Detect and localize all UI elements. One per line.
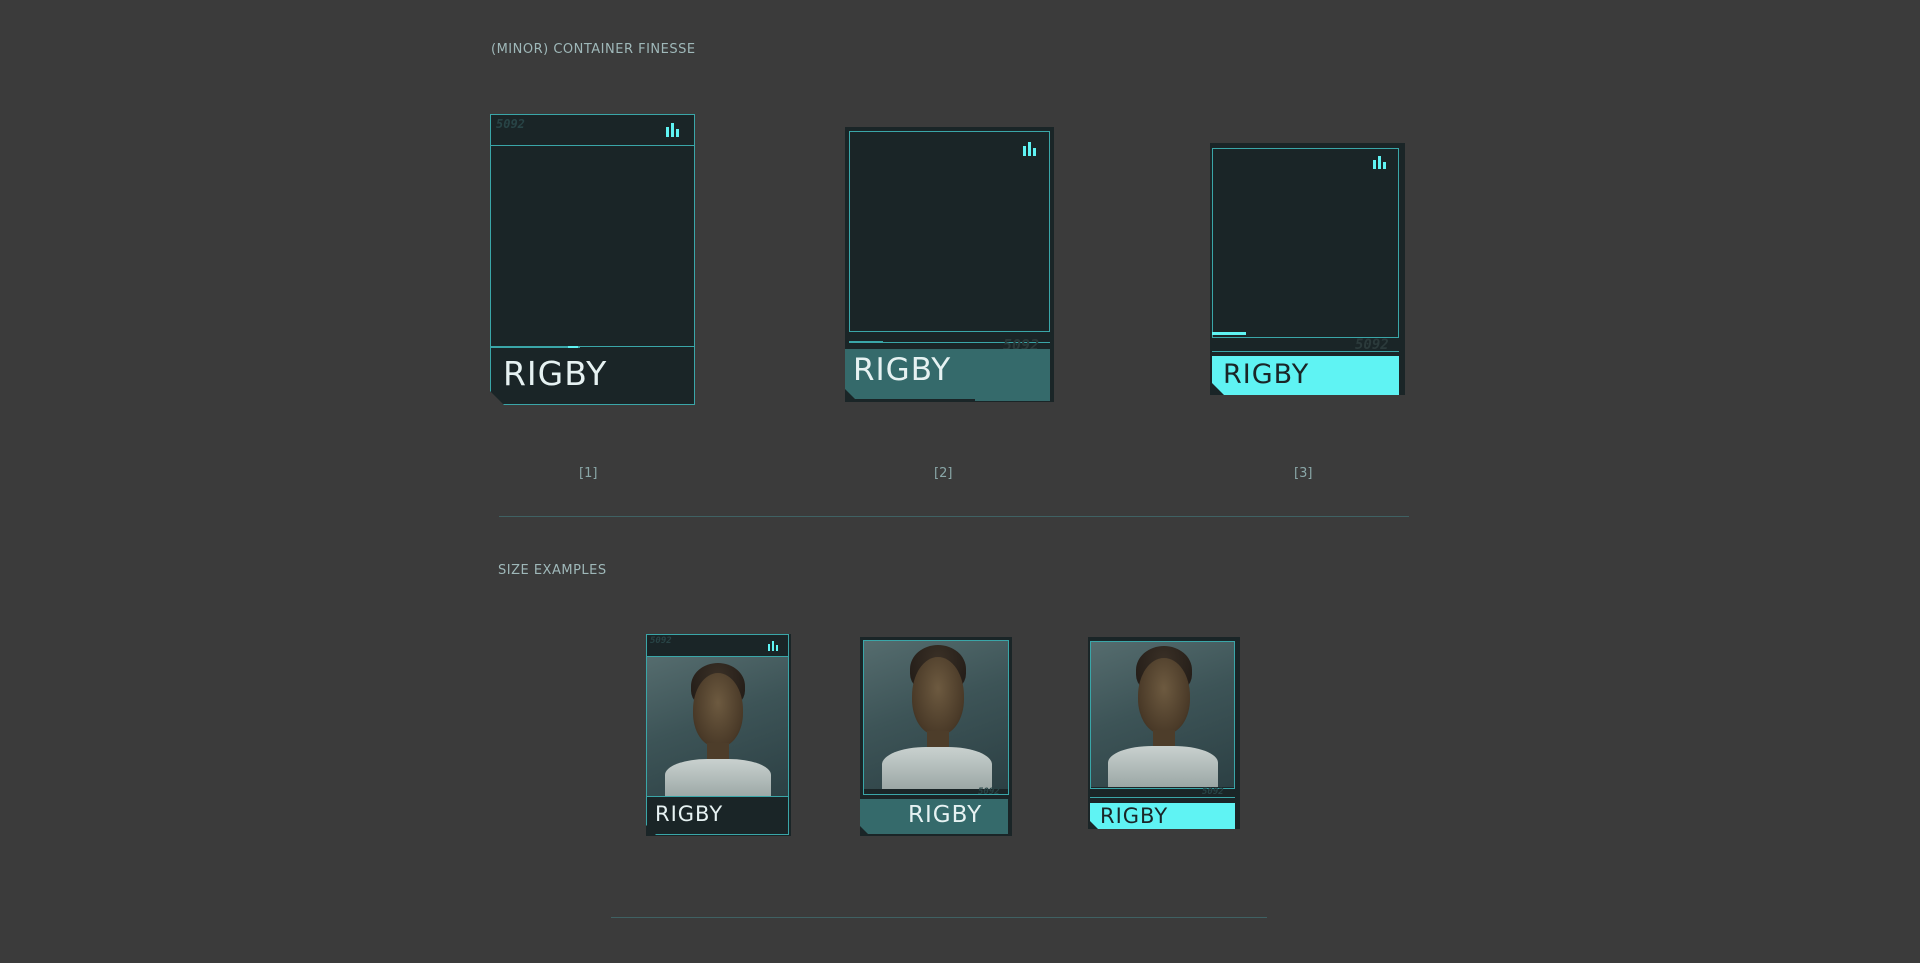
id-tag: 5092 — [978, 787, 1000, 797]
size-card-2[interactable]: 5092 RIGBY — [860, 637, 1012, 836]
bar-chart-icon[interactable] — [1373, 156, 1386, 169]
id-tag: 5092 — [496, 117, 525, 131]
portrait-image — [864, 641, 1008, 789]
portrait-image — [1091, 642, 1234, 787]
card-name: RIGBY — [853, 352, 952, 388]
card-name: RIGBY — [655, 802, 724, 826]
size-card-1[interactable]: 5092 RIGBY — [646, 634, 791, 836]
card-name: RIGBY — [503, 354, 608, 393]
bar-chart-icon[interactable] — [768, 641, 778, 651]
bar-chart-icon[interactable] — [1023, 142, 1036, 156]
container-card-3[interactable]: 5092 RIGBY — [1210, 143, 1405, 395]
bar-chart-icon[interactable] — [666, 123, 679, 137]
card-name: RIGBY — [908, 802, 983, 828]
id-tag: 5092 — [1355, 337, 1389, 353]
caption-2: [2] — [934, 466, 953, 481]
id-tag: 5092 — [1202, 787, 1224, 797]
card-name: RIGBY — [1223, 359, 1310, 390]
container-card-2[interactable]: 5092 RIGBY — [845, 127, 1054, 402]
card-name: RIGBY — [1100, 804, 1169, 828]
caption-1: [1] — [579, 466, 598, 481]
finesse-section-title: (MINOR) CONTAINER FINESSE — [491, 42, 696, 57]
size-card-3[interactable]: 5092 RIGBY — [1088, 637, 1240, 829]
section-divider — [611, 917, 1267, 918]
section-divider — [499, 516, 1409, 517]
container-card-1[interactable]: 5092 RIGBY — [490, 114, 695, 405]
size-section-title: SIZE EXAMPLES — [498, 563, 607, 578]
portrait-image — [647, 657, 788, 796]
caption-3: [3] — [1294, 466, 1313, 481]
id-tag: 5092 — [650, 636, 672, 646]
